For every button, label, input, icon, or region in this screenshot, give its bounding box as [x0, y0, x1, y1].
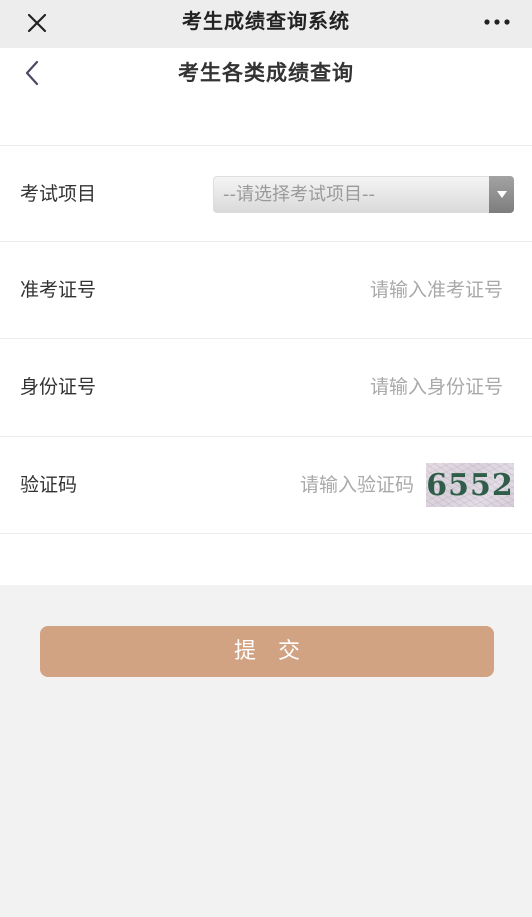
ticket-number-input[interactable]: 请输入准考证号: [370, 242, 503, 338]
exam-item-selected-value: --请选择考试项目--: [223, 184, 375, 205]
app-title: 考生成绩查询系统: [182, 9, 350, 33]
form-row-id-number: 身份证号 请输入身份证号: [0, 339, 532, 435]
page-header: 考生各类成绩查询: [0, 49, 532, 97]
more-button[interactable]: [480, 8, 514, 36]
form-row-ticket-number: 准考证号 请输入准考证号: [0, 242, 532, 338]
page-title: 考生各类成绩查询: [178, 61, 354, 85]
dropdown-button[interactable]: [489, 176, 514, 213]
captcha-label: 验证码: [20, 474, 78, 496]
top-bar: 考生成绩查询系统: [0, 0, 532, 48]
more-icon: [484, 19, 510, 25]
submit-button[interactable]: 提交: [40, 626, 494, 677]
id-number-label: 身份证号: [20, 376, 97, 398]
exam-item-label: 考试项目: [20, 183, 97, 205]
divider: [0, 533, 532, 534]
captcha-code: 6552: [426, 468, 514, 503]
exam-item-select[interactable]: --请选择考试项目--: [213, 176, 514, 213]
captcha-image[interactable]: 6552: [426, 463, 514, 507]
triangle-down-icon: [496, 190, 507, 198]
captcha-input[interactable]: 请输入验证码: [300, 437, 414, 533]
form-row-exam-item: 考试项目 --请选择考试项目--: [0, 146, 532, 242]
ticket-number-label: 准考证号: [20, 279, 97, 301]
id-number-input[interactable]: 请输入身份证号: [370, 339, 503, 435]
form-row-captcha: 验证码 请输入验证码 6552: [0, 437, 532, 533]
